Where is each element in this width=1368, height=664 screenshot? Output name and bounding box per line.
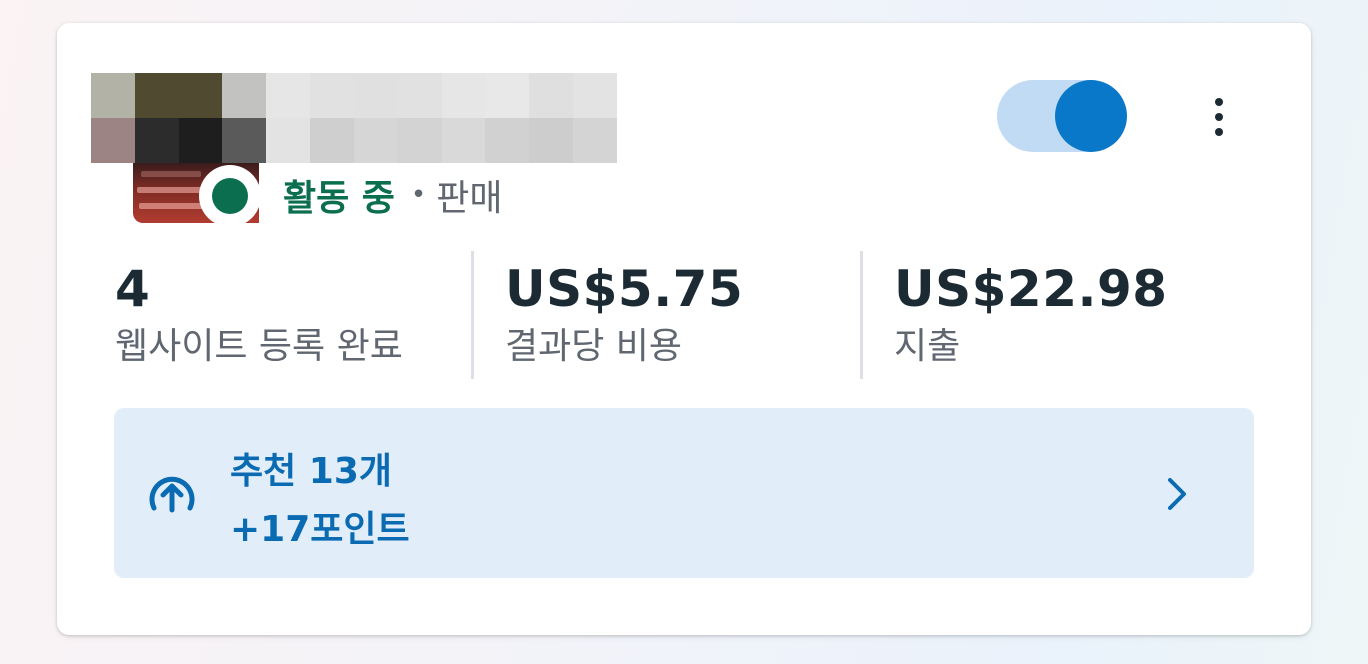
metric-divider: [860, 251, 863, 379]
campaign-objective: 판매: [436, 178, 503, 219]
toggle-knob: [1055, 80, 1127, 152]
recommendations-banner[interactable]: 추천 13개 +17포인트: [114, 408, 1254, 578]
metric-label: 지출: [894, 326, 961, 367]
more-vertical-icon: [1215, 98, 1223, 106]
recommendations-count: 추천 13개: [230, 451, 392, 492]
more-options-button[interactable]: [1197, 89, 1241, 145]
metric-spend: US$22.98 지출: [894, 259, 1168, 371]
status-separator: •: [410, 180, 427, 210]
arrow-up-circle-icon: [149, 476, 195, 513]
metric-cost-per-result: US$5.75 결과당 비용: [505, 259, 743, 371]
campaign-status-line: 활동 중 • 판매: [283, 169, 503, 221]
campaign-name-redacted: [91, 73, 617, 163]
status-text: 활동 중: [283, 178, 395, 219]
metric-label: 결과당 비용: [505, 326, 683, 367]
recommendations-points: +17포인트: [230, 509, 410, 550]
status-indicator: [199, 165, 261, 227]
campaign-card: 활동 중 • 판매 4 웹사이트 등록 완료 US$5.75 결과당 비용 US…: [57, 23, 1311, 635]
active-status-dot-icon: [212, 178, 248, 214]
metric-value: US$22.98: [894, 260, 1168, 318]
metric-label: 웹사이트 등록 완료: [115, 326, 403, 367]
metric-value: US$5.75: [505, 260, 744, 318]
metric-divider: [471, 251, 474, 379]
chevron-right-icon: [1168, 478, 1186, 510]
metric-results: 4 웹사이트 등록 완료: [115, 259, 403, 371]
metric-value: 4: [115, 260, 151, 318]
campaign-active-toggle[interactable]: [997, 80, 1127, 152]
